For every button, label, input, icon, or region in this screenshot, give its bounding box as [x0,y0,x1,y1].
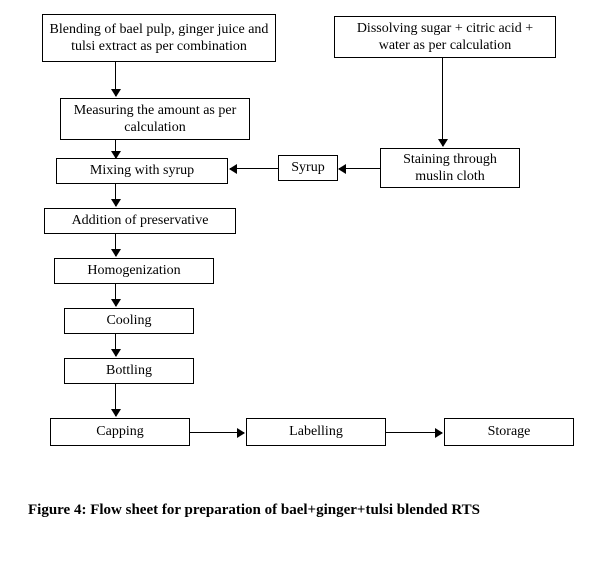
node-bottling: Bottling [64,358,194,384]
node-measuring-label: Measuring the amount as per calculation [67,102,243,137]
node-syrup-label: Syrup [291,159,324,177]
node-straining: Staining through muslin cloth [380,148,520,188]
node-bottling-label: Bottling [106,362,152,380]
node-capping-label: Capping [96,423,143,441]
arrow-blending-to-measuring [115,62,116,96]
node-labelling-label: Labelling [289,423,343,441]
node-cooling: Cooling [64,308,194,334]
node-storage-label: Storage [488,423,531,441]
arrow-capping-to-labelling [190,432,244,433]
node-straining-label: Staining through muslin cloth [387,151,513,186]
arrow-dissolving-to-straining [442,58,443,146]
node-capping: Capping [50,418,190,446]
node-homogenize-label: Homogenization [87,262,180,280]
figure-caption-text: Figure 4: Flow sheet for preparation of … [28,502,480,518]
arrow-bottling-to-capping [115,384,116,416]
arrow-preservative-to-homogenize [115,234,116,256]
arrow-measuring-to-mixing [115,140,116,158]
node-measuring: Measuring the amount as per calculation [60,98,250,140]
node-preservative-label: Addition of preservative [72,212,209,230]
arrow-mixing-to-preservative [115,184,116,206]
node-dissolving: Dissolving sugar + citric acid + water a… [334,16,556,58]
arrow-cooling-to-bottling [115,334,116,356]
node-storage: Storage [444,418,574,446]
node-syrup: Syrup [278,155,338,181]
arrow-homogenize-to-cooling [115,284,116,306]
node-blending: Blending of bael pulp, ginger juice and … [42,14,276,62]
arrow-syrup-to-mixing [230,168,278,169]
node-cooling-label: Cooling [106,312,151,330]
node-mixing: Mixing with syrup [56,158,228,184]
node-homogenize: Homogenization [54,258,214,284]
arrow-labelling-to-storage [386,432,442,433]
figure-caption: Figure 4: Flow sheet for preparation of … [28,500,580,520]
node-preservative: Addition of preservative [44,208,236,234]
node-mixing-label: Mixing with syrup [90,162,194,180]
node-blending-label: Blending of bael pulp, ginger juice and … [49,21,269,56]
arrow-straining-to-syrup [339,168,380,169]
node-labelling: Labelling [246,418,386,446]
node-dissolving-label: Dissolving sugar + citric acid + water a… [341,20,549,55]
flowchart-canvas: Blending of bael pulp, ginger juice and … [0,0,605,566]
